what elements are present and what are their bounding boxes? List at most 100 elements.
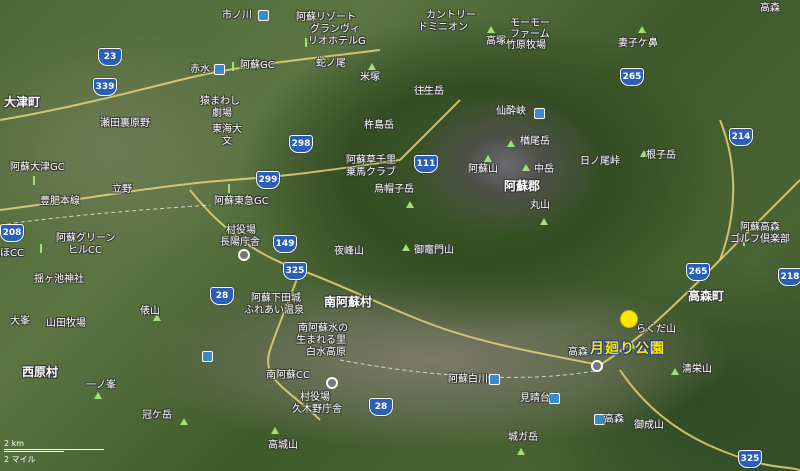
place-label: 大峯 (10, 316, 30, 327)
scale-mi-bar (4, 451, 64, 452)
satellite-map[interactable]: 23 339 298 299 208 111 149 325 28 28 265… (0, 0, 800, 471)
place-label: 生まれる里 (296, 335, 346, 346)
golf-icon (232, 62, 238, 71)
place-label: 阿蘇白川 (448, 374, 488, 385)
route-shield: 339 (93, 78, 117, 96)
place-label: 劇場 (212, 108, 232, 119)
place-label: 高城山 (268, 440, 298, 451)
place-label: 烏帽子岳 (374, 184, 414, 195)
poi-icon[interactable] (534, 108, 545, 119)
place-label: 阿蘇下田城 (251, 293, 301, 304)
place-label: 中岳 (534, 164, 554, 175)
place-label: 村役場 (300, 392, 330, 403)
peak-icon (484, 155, 492, 162)
place-label: ヒルCC (68, 245, 102, 256)
place-label: 丸山 (530, 200, 550, 211)
place-label: 大津町 (4, 95, 41, 109)
route-shield: 28 (210, 287, 234, 305)
place-label: 阿蘇リゾート (296, 12, 356, 23)
place-label: 久木野庁舎 (292, 404, 342, 415)
peak-icon (94, 392, 102, 399)
place-label: 阿蘇山 (468, 164, 498, 175)
place-label: 西原村 (22, 365, 59, 379)
route-shield: 208 (0, 224, 24, 242)
route-shield: 265 (620, 68, 644, 86)
place-label: 阿蘇草千里 (346, 155, 396, 166)
road (399, 99, 461, 161)
station-icon[interactable] (326, 377, 338, 389)
peak-icon (402, 244, 410, 251)
route-shield: 299 (256, 171, 280, 189)
place-label: 米塚 (360, 72, 380, 83)
golf-icon (33, 176, 39, 185)
place-label: ゴルフ倶楽部 (730, 234, 790, 245)
place-label: 南阿蘇CC (266, 370, 310, 381)
route-shield: 298 (289, 135, 313, 153)
place-label: 瀬田裏原野 (100, 118, 150, 129)
place-label: 阿蘇東急GC (214, 196, 269, 207)
place-label: 猿まわし (200, 96, 240, 107)
peak-icon (180, 418, 188, 425)
place-label: 高塚 (486, 36, 506, 47)
place-label: 根子岳 (646, 150, 676, 161)
railway (0, 204, 211, 226)
place-label: 城ガ岳 (508, 432, 538, 443)
peak-icon (507, 140, 515, 147)
peak-icon (487, 26, 495, 33)
place-label: 妻子ケ鼻 (618, 38, 658, 49)
place-label: 南阿蘇村 (324, 295, 373, 309)
station-icon[interactable] (238, 249, 250, 261)
place-label: 阿蘇郡 (504, 179, 541, 193)
route-shield: 111 (414, 155, 438, 173)
poi-icon[interactable] (214, 64, 225, 75)
poi-icon[interactable] (258, 10, 269, 21)
place-label: 南阿蘇水の (298, 323, 348, 334)
route-shield: 23 (98, 48, 122, 66)
peak-icon (368, 63, 376, 70)
peak-icon (522, 164, 530, 171)
place-label: 揺ヶ池神社 (34, 274, 84, 285)
place-label: 竹原牧場 (506, 40, 546, 51)
place-label: 長陽庁舎 (220, 237, 260, 248)
place-label: らくだ山 (636, 324, 676, 335)
route-shield: 218 (778, 268, 800, 286)
route-shield: 214 (729, 128, 753, 146)
place-label: 御成山 (634, 420, 664, 431)
peak-icon (638, 26, 646, 33)
poi-icon[interactable] (489, 374, 500, 385)
place-label: 東海大 (212, 124, 242, 135)
place-label: 往生岳 (414, 86, 444, 97)
place-label: 文 (222, 136, 232, 147)
place-label: グランヴィ (310, 24, 360, 35)
place-label: 山田牧場 (46, 318, 86, 329)
place-label: 夜峰山 (334, 246, 364, 257)
place-label: 一ノ峯 (86, 380, 116, 391)
place-label: 高森 (760, 3, 780, 14)
route-shield: 325 (283, 262, 307, 280)
place-label: 蛇ノ尾 (316, 58, 346, 69)
peak-icon (271, 427, 279, 434)
park-label[interactable]: 月廻り公園 (590, 338, 665, 358)
place-label: 杵島岳 (364, 120, 394, 131)
station-icon[interactable] (591, 360, 603, 372)
place-label: 阿蘇大津GC (10, 162, 65, 173)
place-label: 見晴台 (520, 393, 550, 404)
peak-icon (540, 218, 548, 225)
route-shield: 28 (369, 398, 393, 416)
place-label: ドミニオン (418, 22, 468, 33)
place-label: リオホテルG (308, 36, 366, 47)
poi-icon[interactable] (549, 393, 560, 404)
place-label: 仙酔峡 (496, 106, 526, 117)
place-label: 冠ケ岳 (142, 410, 172, 421)
place-label: 高森 (568, 347, 588, 358)
road (189, 189, 601, 366)
place-label: 俵山 (140, 306, 160, 317)
park-marker[interactable] (620, 310, 638, 328)
peak-icon (517, 448, 525, 455)
scale-km-label: 2 km (4, 439, 25, 448)
poi-icon[interactable] (202, 351, 213, 362)
place-label: ほCC (0, 248, 24, 259)
place-label: 高森町 (688, 289, 725, 303)
peak-icon (406, 201, 414, 208)
place-label: 白水高原 (306, 347, 346, 358)
